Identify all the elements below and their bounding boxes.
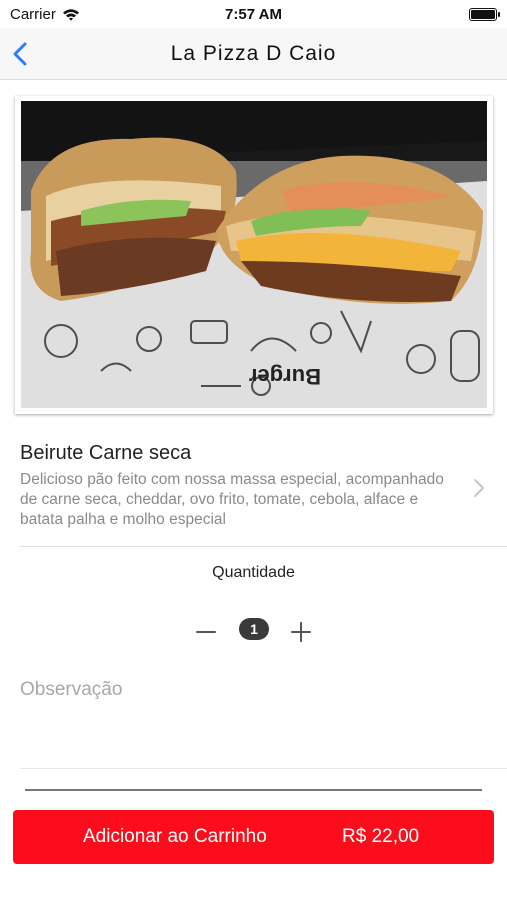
decrement-button[interactable] xyxy=(194,620,218,644)
status-bar: Carrier 7:57 AM xyxy=(0,0,507,28)
notes-input[interactable] xyxy=(20,670,486,710)
divider xyxy=(20,768,507,769)
divider xyxy=(20,546,507,547)
product-description: Delicioso pão feito com nossa massa espe… xyxy=(20,471,444,528)
product-image-card: Burger xyxy=(15,96,493,414)
nav-bar: La Pizza D Caio xyxy=(0,28,507,80)
quantity-label: Quantidade xyxy=(212,564,295,581)
product-details-row[interactable]: Beirute Carne seca Delicioso pão feito c… xyxy=(20,442,486,542)
status-time: 7:57 AM xyxy=(225,5,282,23)
add-to-cart-label: Adicionar ao Carrinho xyxy=(83,826,267,847)
quantity-value: 1 xyxy=(239,618,269,640)
product-image: Burger xyxy=(21,101,487,408)
chevron-right-icon xyxy=(474,479,484,497)
chevron-left-icon xyxy=(13,42,27,66)
minus-icon xyxy=(196,631,216,633)
product-name: Beirute Carne seca xyxy=(20,442,192,464)
back-button[interactable] xyxy=(10,40,34,68)
cart-price: R$ 22,00 xyxy=(342,826,420,847)
quantity-stepper: 1 xyxy=(0,616,507,646)
notes-underline xyxy=(25,789,482,791)
add-to-cart-button[interactable]: Adicionar ao Carrinho R$ 22,00 xyxy=(13,810,494,864)
plus-icon xyxy=(291,622,311,642)
page-title: La Pizza D Caio xyxy=(170,41,337,65)
increment-button[interactable] xyxy=(289,620,313,644)
svg-text:Burger: Burger xyxy=(248,364,321,389)
battery-icon xyxy=(469,7,500,21)
